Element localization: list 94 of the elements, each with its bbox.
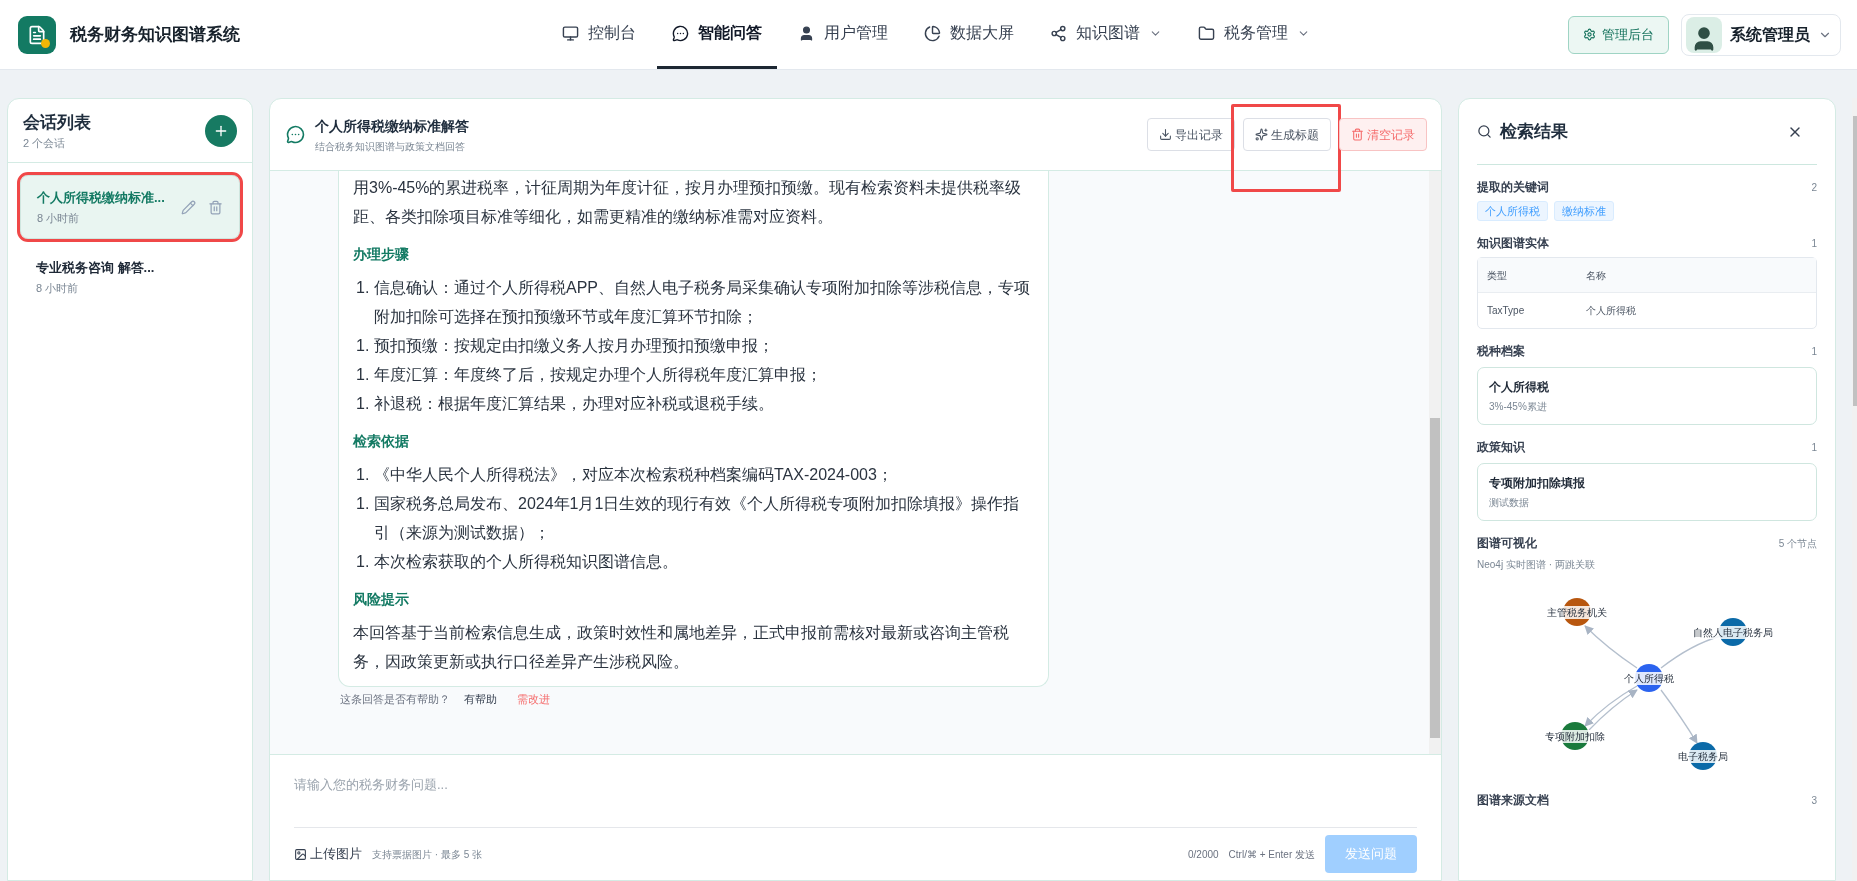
card-subtitle: 3%-45%累进 xyxy=(1489,400,1548,414)
chat-title: 个人所得税缴纳标准解答 xyxy=(315,116,469,136)
shortcut-hint: Ctrl/⌘ + Enter 发送 xyxy=(1228,847,1315,862)
list-item-text: 补退税：根据年度汇算结果，办理对应补税或退税手续。 xyxy=(374,394,774,414)
list-item-text: 国家税务总局发布、2024年1月1日生效的现行有效《个人所得税专项附加扣除填报》操作指引（来源为测试数据）； xyxy=(374,494,1021,543)
chat-subtitle: 结合税务知识图谱与政策文档回答 xyxy=(315,139,466,154)
list-number: 1. xyxy=(356,336,371,356)
session-count: 2 个会话 xyxy=(23,136,67,151)
nav-tab[interactable]: 控制台 xyxy=(547,0,651,69)
user-menu[interactable]: 系统管理员 xyxy=(1681,13,1841,56)
settings-icon xyxy=(1583,28,1596,41)
column-header: 类型 xyxy=(1487,268,1508,283)
table-cell-text: TaxType xyxy=(1487,304,1526,318)
toolbar-button[interactable]: 生成标题 xyxy=(1243,118,1331,151)
list-number: 1. xyxy=(356,365,371,385)
session-title: 个人所得税缴纳标准... xyxy=(37,188,166,207)
session-time: 8 小时前 xyxy=(36,281,80,296)
section-count: 5 个节点 xyxy=(1778,536,1817,551)
list-item-text: 预扣预缴：按规定由扣缴义务人按月办理预扣预缴申报； xyxy=(374,336,774,356)
new-chat-button[interactable] xyxy=(205,114,237,147)
upload-image-button[interactable]: 上传图片 xyxy=(294,844,362,864)
chat-bubble-icon xyxy=(286,125,305,144)
result-card[interactable]: 个人所得税 3%-45%累进 xyxy=(1477,367,1817,425)
section-count: 1 xyxy=(1811,440,1817,455)
nav-tab[interactable]: 智能问答 xyxy=(657,0,777,69)
list-item-text: 本次检索获取的个人所得税知识图谱信息。 xyxy=(374,552,678,572)
list-item-text: 信息确认：通过个人所得税APP、自然人电子税务局采集确认专项附加扣除等涉税信息，专项附加扣除可选择在预扣预缴环节或年度汇算环节扣除； xyxy=(374,278,1031,327)
node-label: 自然人电子税务局 xyxy=(1693,627,1773,638)
answer-paragraph: 用3%-45%的累进税率，计征周期为年度计征，按月办理预扣预缴。现有检索资料未提供税率级距、各类扣除项目标准等细化，如需更精准的缴纳标准需对应资料。 xyxy=(353,178,1023,227)
toolbar-button[interactable]: 导出记录 xyxy=(1147,118,1235,151)
results-title: 检索结果 xyxy=(1500,120,1568,143)
feedback-question: 这条回答是否有帮助？ xyxy=(340,692,450,707)
avatar-icon xyxy=(1686,16,1722,53)
app-title: 税务财务知识图谱系统 xyxy=(70,23,240,46)
section-heading: 办理步骤 xyxy=(353,245,410,264)
result-card[interactable]: 专项附加扣除填报 测试数据 xyxy=(1477,463,1817,521)
card-subtitle: 测试数据 xyxy=(1489,496,1530,510)
search-icon xyxy=(1477,124,1492,139)
nav-tab[interactable]: 用户管理 xyxy=(783,0,903,69)
admin-console-button[interactable]: 管理后台 xyxy=(1568,15,1669,54)
trash-icon xyxy=(1351,128,1364,141)
download-icon xyxy=(1159,128,1172,141)
nav-tab[interactable]: 税务管理 xyxy=(1183,0,1325,69)
card-title: 专项附加扣除填报 xyxy=(1489,475,1586,492)
list-number: 1. xyxy=(356,394,371,414)
section-title: 提取的关键词 xyxy=(1477,179,1549,196)
chat-bubble-icon xyxy=(672,24,689,42)
folder-icon xyxy=(1198,24,1215,42)
monitor-icon xyxy=(562,24,579,42)
panel-title: 会话列表 xyxy=(23,111,91,134)
session-title: 专业税务咨询 解答... xyxy=(36,258,156,277)
keyword-tag: 个人所得税 xyxy=(1477,201,1548,221)
section-count: 1 xyxy=(1811,236,1817,251)
app-logo-icon xyxy=(18,15,56,54)
section-title: 税种档案 xyxy=(1477,343,1525,360)
node-label: 个人所得税 xyxy=(1624,673,1674,684)
list-number: 1. xyxy=(356,465,371,485)
session-time: 8 小时前 xyxy=(37,211,81,226)
user-icon xyxy=(798,24,815,42)
char-counter: 0/2000 xyxy=(1188,847,1219,862)
section-count: 3 xyxy=(1811,793,1817,808)
card-title: 个人所得税 xyxy=(1489,379,1550,396)
keyword-tag: 缴纳标准 xyxy=(1554,201,1614,221)
question-input[interactable]: 请输入您的税务财务问题... xyxy=(294,755,1417,828)
graph-edge xyxy=(1660,689,1698,744)
list-item-text: 年度汇算：年度终了后，按规定办理个人所得税年度汇算申报； xyxy=(374,365,822,385)
section-title: 图谱可视化 xyxy=(1477,535,1537,552)
nav-tab[interactable]: 知识图谱 xyxy=(1035,0,1177,69)
table-cell-text: 个人所得税 xyxy=(1586,304,1636,318)
nav-tab[interactable]: 数据大屏 xyxy=(909,0,1029,69)
section-title: 图谱来源文档 xyxy=(1477,792,1549,809)
section-count: 2 xyxy=(1811,180,1817,195)
list-number: 1. xyxy=(356,552,371,572)
upload-hint: 支持票据图片 · 最多 5 张 xyxy=(372,847,482,862)
section-heading: 检索依据 xyxy=(353,432,410,451)
node-label: 专项附加扣除 xyxy=(1545,731,1605,742)
pie-chart-icon xyxy=(924,24,941,42)
helpful-link[interactable]: 有帮助 xyxy=(464,691,497,708)
list-number: 1. xyxy=(356,494,371,514)
section-title: 知识图谱实体 xyxy=(1477,235,1549,252)
list-number: 1. xyxy=(356,278,371,298)
node-label: 电子税务局 xyxy=(1678,751,1728,762)
answer-paragraph: 本回答基于当前检索信息生成，政策时效性和属地差异，正式申报前需核对最新或咨询主管税务，因政策更新或执行口径差异产生涉税风险。 xyxy=(353,623,1010,672)
column-header: 名称 xyxy=(1586,268,1606,283)
sparkle-icon xyxy=(1255,128,1268,141)
image-icon xyxy=(294,847,307,861)
node-label: 主管税务机关 xyxy=(1547,607,1607,618)
section-heading: 风险提示 xyxy=(353,590,410,609)
share-nodes-icon xyxy=(1050,24,1067,42)
graph-subtitle: Neo4j 实时图谱 · 两跳关联 xyxy=(1477,558,1596,572)
section-title: 政策知识 xyxy=(1477,439,1525,456)
graph-edge xyxy=(1584,625,1638,669)
list-item-text: 《中华人民个人所得税法》，对应本次检索税种档案编码TAX-2024-003； xyxy=(374,465,893,485)
section-count: 1 xyxy=(1811,344,1817,359)
